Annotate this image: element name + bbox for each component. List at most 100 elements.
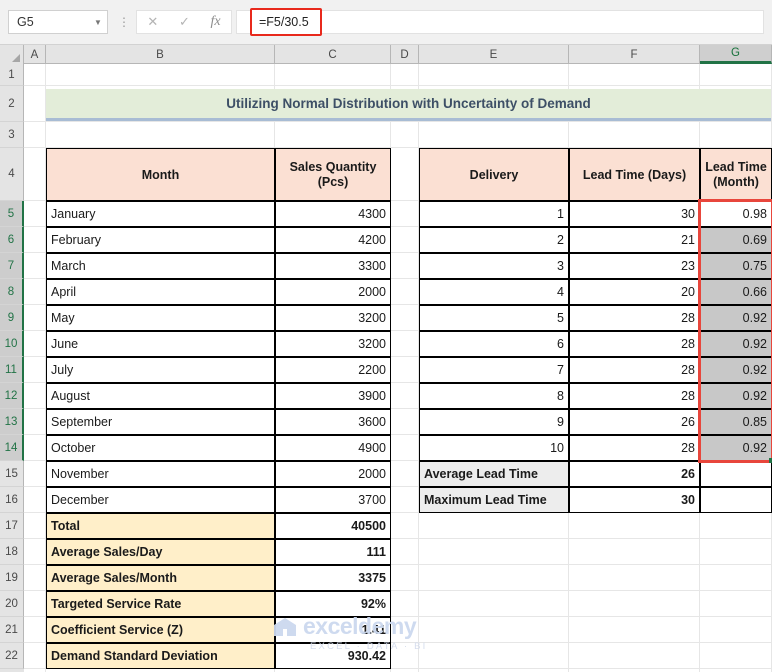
lead-month-cell[interactable]: 0.85 — [700, 409, 772, 435]
row-header-1[interactable]: 1 — [0, 64, 24, 86]
lead-month-cell[interactable]: 0.66 — [700, 279, 772, 305]
sales-summary-label[interactable]: Targeted Service Rate — [46, 591, 275, 617]
column-header-b[interactable]: B — [46, 45, 275, 64]
sales-qty-cell[interactable]: 3300 — [275, 253, 391, 279]
lead-delivery-cell[interactable]: 10 — [419, 435, 569, 461]
cancel-icon[interactable]: ✕ — [147, 14, 158, 30]
row-header-17[interactable]: 17 — [0, 513, 24, 539]
lead-days-cell[interactable]: 28 — [569, 435, 700, 461]
row-header-9[interactable]: 9 — [0, 305, 24, 331]
sales-month-cell[interactable]: May — [46, 305, 275, 331]
column-header-a[interactable]: A — [24, 45, 46, 64]
confirm-icon[interactable]: ✓ — [179, 14, 190, 30]
sales-summary-value[interactable]: 92% — [275, 591, 391, 617]
lead-days-cell[interactable]: 28 — [569, 383, 700, 409]
row-header-14[interactable]: 14 — [0, 435, 24, 461]
lead-days-cell[interactable]: 21 — [569, 227, 700, 253]
sales-month-cell[interactable]: September — [46, 409, 275, 435]
sales-month-cell[interactable]: January — [46, 201, 275, 227]
sales-qty-cell[interactable]: 4900 — [275, 435, 391, 461]
column-header-e[interactable]: E — [419, 45, 569, 64]
lead-month-cell[interactable]: 0.92 — [700, 383, 772, 409]
sales-summary-label[interactable]: Coefficient Service (Z) — [46, 617, 275, 643]
sales-summary-value[interactable]: 3375 — [275, 565, 391, 591]
sales-month-cell[interactable]: March — [46, 253, 275, 279]
row-header-16[interactable]: 16 — [0, 487, 24, 513]
sales-summary-value[interactable]: 930.42 — [275, 643, 391, 669]
lead-month-cell[interactable]: 0.98 — [700, 201, 772, 227]
row-header-15[interactable]: 15 — [0, 461, 24, 487]
row-header-5[interactable]: 5 — [0, 201, 24, 227]
row-header-19[interactable]: 19 — [0, 565, 24, 591]
column-header-f[interactable]: F — [569, 45, 700, 64]
row-header-12[interactable]: 12 — [0, 383, 24, 409]
lead-delivery-cell[interactable]: 8 — [419, 383, 569, 409]
column-header-c[interactable]: C — [275, 45, 391, 64]
lead-month-cell[interactable]: 0.92 — [700, 357, 772, 383]
sales-qty-cell[interactable]: 4300 — [275, 201, 391, 227]
row-header-13[interactable]: 13 — [0, 409, 24, 435]
row-header-6[interactable]: 6 — [0, 227, 24, 253]
formula-value-highlight[interactable]: =F5/30.5 — [250, 8, 322, 36]
formula-bar-dots-icon[interactable]: ⋮ — [118, 14, 130, 30]
lead-delivery-cell[interactable]: 2 — [419, 227, 569, 253]
sales-summary-label[interactable]: Average Sales/Month — [46, 565, 275, 591]
row-header-22[interactable]: 22 — [0, 643, 24, 669]
sales-month-cell[interactable]: October — [46, 435, 275, 461]
row-header-11[interactable]: 11 — [0, 357, 24, 383]
lead-days-cell[interactable]: 23 — [569, 253, 700, 279]
lead-delivery-cell[interactable]: 5 — [419, 305, 569, 331]
lead-days-cell[interactable]: 28 — [569, 331, 700, 357]
lead-delivery-cell[interactable]: 3 — [419, 253, 569, 279]
lead-delivery-cell[interactable]: 1 — [419, 201, 569, 227]
row-header-7[interactable]: 7 — [0, 253, 24, 279]
insert-function-icon[interactable]: fx — [211, 14, 221, 30]
row-header-21[interactable]: 21 — [0, 617, 24, 643]
sales-summary-label[interactable]: Demand Standard Deviation — [46, 643, 275, 669]
sales-qty-cell[interactable]: 3700 — [275, 487, 391, 513]
chevron-down-icon[interactable]: ▼ — [89, 18, 107, 27]
row-header-4[interactable]: 4 — [0, 148, 24, 201]
lead-delivery-cell[interactable]: 9 — [419, 409, 569, 435]
sales-summary-label[interactable]: Average Sales/Day — [46, 539, 275, 565]
sales-month-cell[interactable]: December — [46, 487, 275, 513]
lead-month-cell[interactable]: 0.92 — [700, 305, 772, 331]
lead-delivery-cell[interactable]: 6 — [419, 331, 569, 357]
lead-month-cell[interactable]: 0.75 — [700, 253, 772, 279]
lead-footer-blank[interactable] — [700, 487, 772, 513]
sales-month-cell[interactable]: August — [46, 383, 275, 409]
lead-month-cell[interactable]: 0.69 — [700, 227, 772, 253]
sales-month-cell[interactable]: June — [46, 331, 275, 357]
column-header-d[interactable]: D — [391, 45, 419, 64]
lead-footer-label[interactable]: Average Lead Time — [419, 461, 569, 487]
row-header-3[interactable]: 3 — [0, 122, 24, 148]
sales-summary-label[interactable]: Total — [46, 513, 275, 539]
sales-month-cell[interactable]: April — [46, 279, 275, 305]
sales-qty-cell[interactable]: 4200 — [275, 227, 391, 253]
sales-qty-cell[interactable]: 3600 — [275, 409, 391, 435]
sales-qty-cell[interactable]: 2000 — [275, 461, 391, 487]
sales-month-cell[interactable]: November — [46, 461, 275, 487]
sales-summary-value[interactable]: 1.41 — [275, 617, 391, 643]
lead-month-cell[interactable]: 0.92 — [700, 331, 772, 357]
sales-month-cell[interactable]: July — [46, 357, 275, 383]
lead-footer-blank[interactable] — [700, 461, 772, 487]
lead-delivery-cell[interactable]: 4 — [419, 279, 569, 305]
sales-summary-value[interactable]: 40500 — [275, 513, 391, 539]
sales-qty-cell[interactable]: 2200 — [275, 357, 391, 383]
lead-days-cell[interactable]: 20 — [569, 279, 700, 305]
lead-footer-value[interactable]: 26 — [569, 461, 700, 487]
lead-days-cell[interactable]: 30 — [569, 201, 700, 227]
lead-footer-value[interactable]: 30 — [569, 487, 700, 513]
row-header-20[interactable]: 20 — [0, 591, 24, 617]
lead-delivery-cell[interactable]: 7 — [419, 357, 569, 383]
lead-footer-label[interactable]: Maximum Lead Time — [419, 487, 569, 513]
select-all-corner[interactable] — [0, 45, 24, 64]
lead-days-cell[interactable]: 28 — [569, 357, 700, 383]
lead-days-cell[interactable]: 26 — [569, 409, 700, 435]
sales-qty-cell[interactable]: 3900 — [275, 383, 391, 409]
row-header-8[interactable]: 8 — [0, 279, 24, 305]
lead-month-cell[interactable]: 0.92 — [700, 435, 772, 461]
row-header-18[interactable]: 18 — [0, 539, 24, 565]
name-box[interactable]: G5 ▼ — [8, 10, 108, 34]
